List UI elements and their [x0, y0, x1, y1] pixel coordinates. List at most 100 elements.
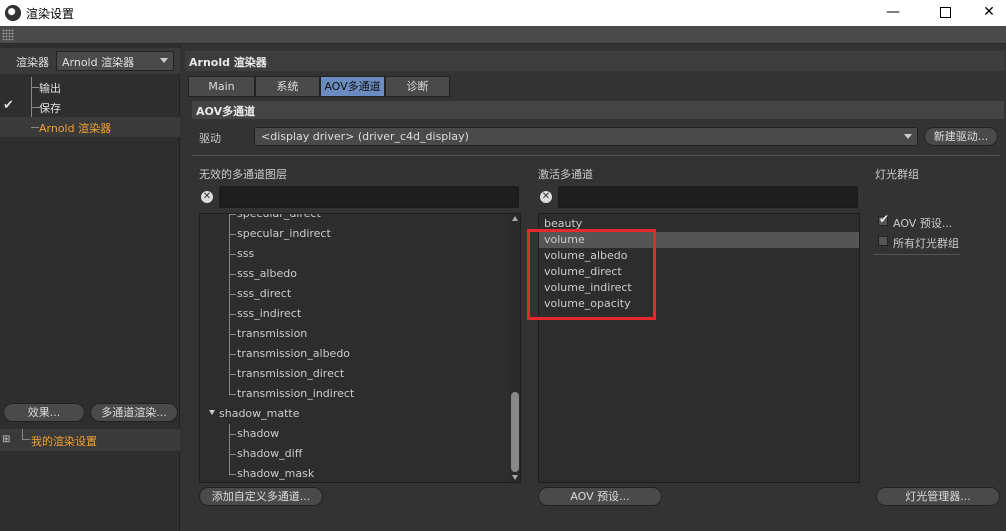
list-item[interactable]: specular_indirect — [200, 224, 506, 244]
tab-diagnostics[interactable]: 诊断 — [385, 76, 450, 97]
list-item[interactable]: sss — [200, 244, 506, 264]
list-item-label: shadow_matte — [219, 407, 300, 420]
tree-tick — [229, 354, 236, 355]
active-filter-input[interactable] — [558, 186, 858, 208]
tree-tick — [229, 434, 236, 435]
tree-tick — [229, 234, 236, 235]
effects-button[interactable]: 效果... — [3, 403, 85, 422]
tab-aov[interactable]: AOV多通道 — [320, 76, 385, 97]
list-item[interactable]: sss_indirect — [200, 304, 506, 324]
tree-tick — [22, 429, 30, 440]
list-item-label: transmission — [237, 327, 308, 340]
list-item[interactable]: transmission_direct — [200, 364, 506, 384]
sidebar-item-save[interactable]: ✔ 保存 — [0, 97, 180, 117]
expand-icon[interactable]: ⊞ — [2, 434, 10, 445]
tree-tick — [229, 254, 236, 255]
checkbox[interactable]: ✔ — [878, 212, 889, 226]
multipass-render-button[interactable]: 多通道渲染... — [90, 403, 178, 422]
tab-system[interactable]: 系统 — [255, 76, 320, 97]
sidebar-item-output[interactable]: 输出 — [0, 77, 180, 97]
maximize-button[interactable] — [922, 0, 968, 26]
tree-tick — [229, 374, 236, 375]
driver-label: 驱动 — [199, 132, 221, 145]
active-aov-title: 激活多通道 — [538, 168, 593, 181]
list-item[interactable]: transmission_indirect — [200, 384, 506, 404]
list-item[interactable]: transmission_albedo — [200, 344, 506, 364]
light-manager-button[interactable]: 灯光管理器... — [876, 487, 1000, 506]
divider — [192, 155, 1000, 156]
list-item-label: specular_indirect — [237, 227, 331, 240]
list-item-label: sss — [237, 247, 255, 260]
sidebar-item-arnold[interactable]: Arnold 渲染器 — [0, 117, 180, 137]
highlight-box — [527, 229, 656, 320]
chevron-down-icon — [160, 58, 168, 63]
list-item-label: transmission_albedo — [237, 347, 351, 360]
add-custom-aov-button[interactable]: 添加自定义多通道... — [199, 487, 323, 506]
close-button[interactable]: ✕ — [966, 0, 1006, 26]
aov-preset-button[interactable]: AOV 预设... — [538, 487, 662, 506]
check-icon[interactable]: ✔ — [3, 98, 14, 113]
new-driver-button[interactable]: 新建驱动... — [924, 127, 998, 146]
list-item-label: sss_indirect — [237, 307, 302, 320]
grip-icon — [2, 29, 14, 41]
list-item-label: specular_direct — [237, 213, 321, 220]
check-icon: ✔ — [879, 212, 890, 226]
section-title: AOV多通道 — [192, 101, 1004, 119]
light-groups-panel: ✔ AOV 预设... 所有灯光群组 — [874, 211, 960, 255]
list-item[interactable]: specular_direct — [200, 213, 506, 224]
list-item-group[interactable]: shadow_matte — [200, 404, 506, 424]
list-item[interactable]: sss_direct — [200, 284, 506, 304]
tree-tick — [229, 294, 236, 295]
driver-select[interactable]: <display driver> (driver_c4d_display) — [254, 127, 918, 146]
renderer-row: 渲染器 Arnold 渲染器 — [0, 48, 180, 74]
list-item[interactable]: shadow_mask — [200, 464, 506, 482]
list-item[interactable]: shadow — [200, 424, 506, 444]
driver-select-value: <display driver> (driver_c4d_display) — [261, 130, 469, 143]
renderer-label: 渲染器 — [16, 56, 49, 69]
list-item[interactable]: sss_albedo — [200, 264, 506, 284]
inactive-aov-title: 无效的多通道图层 — [199, 168, 287, 181]
my-render-settings-label: 我的渲染设置 — [31, 435, 97, 448]
scroll-up-icon[interactable] — [512, 216, 518, 221]
sidebar-item-label: Arnold 渲染器 — [39, 122, 112, 135]
list-item-label: shadow_diff — [237, 447, 303, 460]
chevron-down-icon[interactable] — [209, 410, 215, 415]
sidebar-item-label: 输出 — [39, 82, 61, 95]
clear-filter-icon[interactable]: ✕ — [201, 191, 213, 203]
inactive-list-scrollbar[interactable] — [509, 214, 520, 482]
tree-tick — [31, 87, 39, 88]
panel-grip[interactable] — [0, 26, 1006, 44]
list-item-label: sss_direct — [237, 287, 292, 300]
scrollbar-thumb[interactable] — [511, 392, 519, 472]
list-item-label: shadow_mask — [237, 467, 315, 480]
inactive-filter-input[interactable] — [219, 186, 519, 208]
tree-tick — [229, 314, 236, 315]
list-item[interactable]: shadow_diff — [200, 444, 506, 464]
checkbox-label: AOV 预设... — [893, 217, 953, 230]
scroll-down-icon[interactable] — [512, 475, 518, 480]
tree-tick — [229, 474, 236, 475]
tab-bar: Main 系统 AOV多通道 诊断 — [188, 76, 450, 97]
minimize-button[interactable]: — — [870, 0, 916, 26]
tree-tick — [31, 107, 39, 108]
my-render-settings[interactable]: ⊞ 我的渲染设置 — [0, 429, 180, 451]
list-item[interactable]: transmission — [200, 324, 506, 344]
renderer-select[interactable]: Arnold 渲染器 — [56, 51, 174, 71]
tree-tick — [229, 334, 236, 335]
list-item-label: transmission_indirect — [237, 387, 355, 400]
tree-tick — [229, 394, 236, 395]
checkbox-label: 所有灯光群组 — [893, 237, 959, 250]
list-item-label: shadow — [237, 427, 280, 440]
tree-tick — [229, 454, 236, 455]
tab-main[interactable]: Main — [188, 76, 255, 97]
inactive-aov-list[interactable]: specular_direct specular_indirect sss ss… — [199, 213, 521, 483]
clear-filter-icon[interactable]: ✕ — [540, 191, 552, 203]
checkbox[interactable] — [878, 236, 888, 246]
sidebar-item-label: 保存 — [39, 102, 61, 115]
checkbox-all-light-groups[interactable]: 所有灯光群组 — [874, 233, 960, 251]
title-bar: 渲染设置 — ✕ — [0, 0, 1006, 26]
checkbox-aov-preset[interactable]: ✔ AOV 预设... — [874, 212, 960, 231]
maximize-icon — [939, 7, 951, 18]
tree-tick — [229, 274, 236, 275]
panel-title: Arnold 渲染器 — [185, 51, 1005, 71]
